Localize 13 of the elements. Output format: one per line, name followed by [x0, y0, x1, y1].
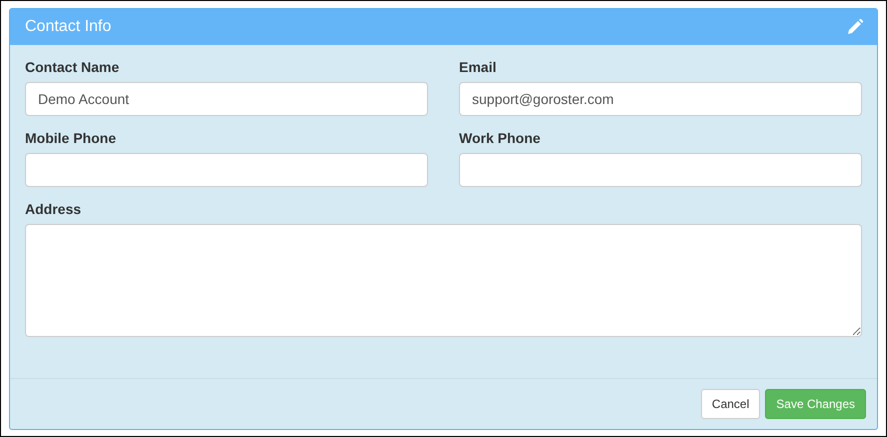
- field-label: Mobile Phone: [25, 130, 116, 146]
- input-field[interactable]: support@goroster.com: [459, 82, 862, 116]
- field-label: Contact Name: [25, 59, 120, 75]
- field-label: Email: [459, 59, 496, 75]
- cancel-button[interactable]: Cancel: [700, 389, 760, 419]
- input-field[interactable]: Demo Account: [25, 82, 428, 116]
- input-field[interactable]: [459, 153, 862, 187]
- address-field[interactable]: [25, 224, 862, 337]
- input-field[interactable]: [25, 153, 428, 187]
- field-label: Address: [25, 201, 82, 217]
- field-label: Work Phone: [459, 130, 540, 146]
- edit-pencil-icon[interactable]: [847, 19, 863, 35]
- panel-title: Contact Info: [25, 18, 112, 36]
